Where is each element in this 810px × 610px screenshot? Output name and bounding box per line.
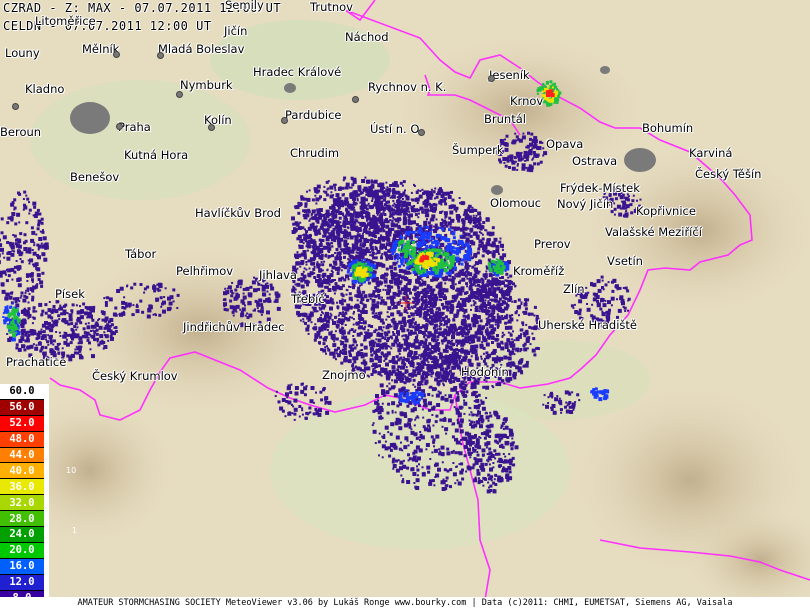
city-label-kladno: Kladno	[25, 82, 65, 96]
city-label-pardubice: Pardubice	[285, 108, 342, 122]
city-label-karvina: Karviná	[689, 146, 733, 160]
city-label-semily: Semily	[225, 0, 264, 12]
legend-level: 20.0	[0, 542, 44, 559]
city-label-krnov: Krnov	[510, 94, 544, 108]
radar-map-viewer: CZRAD - Z: MAX - 07.07.2011 12:00 UT CEL…	[0, 0, 810, 610]
city-dot	[176, 91, 183, 98]
city-label-koprivnice: Kopřivnice	[636, 204, 696, 218]
legend-level: 32.0	[0, 495, 44, 512]
footer-credits: AMATEUR STORMCHASING SOCIETY MeteoViewer…	[0, 597, 810, 610]
city-label-louny: Louny	[5, 46, 40, 60]
legend-level: 36.0	[0, 479, 44, 496]
city-label-hradec-kralove: Hradec Králové	[253, 65, 342, 79]
city-label-trutnov: Trutnov	[310, 0, 353, 14]
city-label-jesenik: Jeseník	[489, 68, 530, 82]
city-dot	[113, 51, 120, 58]
city-label-nachod: Náchod	[345, 30, 389, 44]
city-dot	[488, 75, 495, 82]
color-legend: 60.0 56.0 52.0 48.0 44.0 40.0 36.0 32.0 28.0 24.0…	[0, 384, 44, 610]
city-label-uherske-hradiste: Uherské Hradiště	[538, 318, 637, 332]
city-label-jicin: Jičín	[224, 24, 248, 38]
legend-tick-10: 10	[66, 466, 77, 475]
city-label-kutna-hora: Kutná Hora	[124, 148, 189, 162]
city-label-cesky-krumlov: Český Krumlov	[92, 369, 178, 383]
legend-level: 52.0	[0, 415, 44, 432]
city-label-jihlava: Jihlava	[259, 268, 297, 282]
city-dot	[157, 52, 164, 59]
legend-level: 60.0	[0, 384, 44, 400]
city-label-prerov: Prerov	[534, 237, 571, 251]
city-dot	[281, 117, 288, 124]
city-label-usti-n-o: Ústí n. O.	[370, 122, 423, 136]
legend-level: 24.0	[0, 527, 44, 543]
city-label-pelhrimov: Pelhřimov	[176, 264, 234, 278]
legend-level: 56.0	[0, 399, 44, 416]
city-label-cesky-tesin: Český Těšín	[695, 167, 762, 181]
city-label-opava: Opava	[546, 137, 584, 151]
city-label-pisek: Písek	[55, 287, 85, 301]
city-label-mlada-boleslav: Mladá Boleslav	[158, 42, 245, 56]
city-label-novy-jicin: Nový Jičín	[557, 197, 614, 211]
city-dot	[12, 103, 19, 110]
city-label-zlin: Zlín	[563, 282, 585, 296]
legend-level: 12.0	[0, 574, 44, 591]
city-label-hodonin: Hodonín	[461, 365, 509, 379]
legend-scale-bar	[44, 384, 49, 597]
city-label-kromeriz: Kroměříž	[513, 264, 565, 278]
city-label-vsetin: Vsetín	[607, 254, 643, 268]
legend-tick-1: 1	[72, 526, 78, 535]
legend-level: 16.0	[0, 558, 44, 575]
city-label-chrudim: Chrudim	[290, 146, 340, 160]
city-label-nymburk: Nymburk	[180, 78, 233, 92]
city-label-litomerice: Litoměřice	[35, 14, 96, 28]
city-label-beroun: Beroun	[0, 125, 42, 139]
city-label-sumperk: Šumperk	[452, 143, 504, 157]
city-label-frydek-mistek: Frýdek-Místek	[560, 181, 640, 195]
city-label-prachatice: Prachatice	[6, 355, 67, 369]
city-label-bruntal: Bruntál	[484, 112, 526, 126]
city-label-trebic: Třebíč	[291, 292, 325, 306]
legend-level: 44.0	[0, 447, 44, 464]
city-label-jindrichuv-hradec: Jindřichův Hradec	[183, 320, 285, 334]
city-dot	[418, 129, 425, 136]
city-label-valasske-mezirici: Valašské Meziříčí	[605, 225, 702, 239]
city-label-znojmo: Znojmo	[322, 368, 366, 382]
city-dot	[208, 124, 215, 131]
city-label-ostrava: Ostrava	[572, 154, 618, 168]
city-label-havlickuv-brod: Havlíčkův Brod	[195, 206, 281, 220]
legend-level: 28.0	[0, 511, 44, 528]
city-label-tabor: Tábor	[125, 247, 157, 261]
city-dot	[352, 96, 359, 103]
city-label-benesov: Benešov	[70, 170, 120, 184]
legend-level: 48.0	[0, 431, 44, 448]
city-label-olomouc: Olomouc	[490, 196, 542, 210]
legend-level: 40.0	[0, 463, 44, 480]
city-dot	[116, 123, 123, 130]
city-label-rychnov: Rychnov n. K.	[368, 80, 447, 94]
city-label-bohumin: Bohumín	[642, 121, 694, 135]
